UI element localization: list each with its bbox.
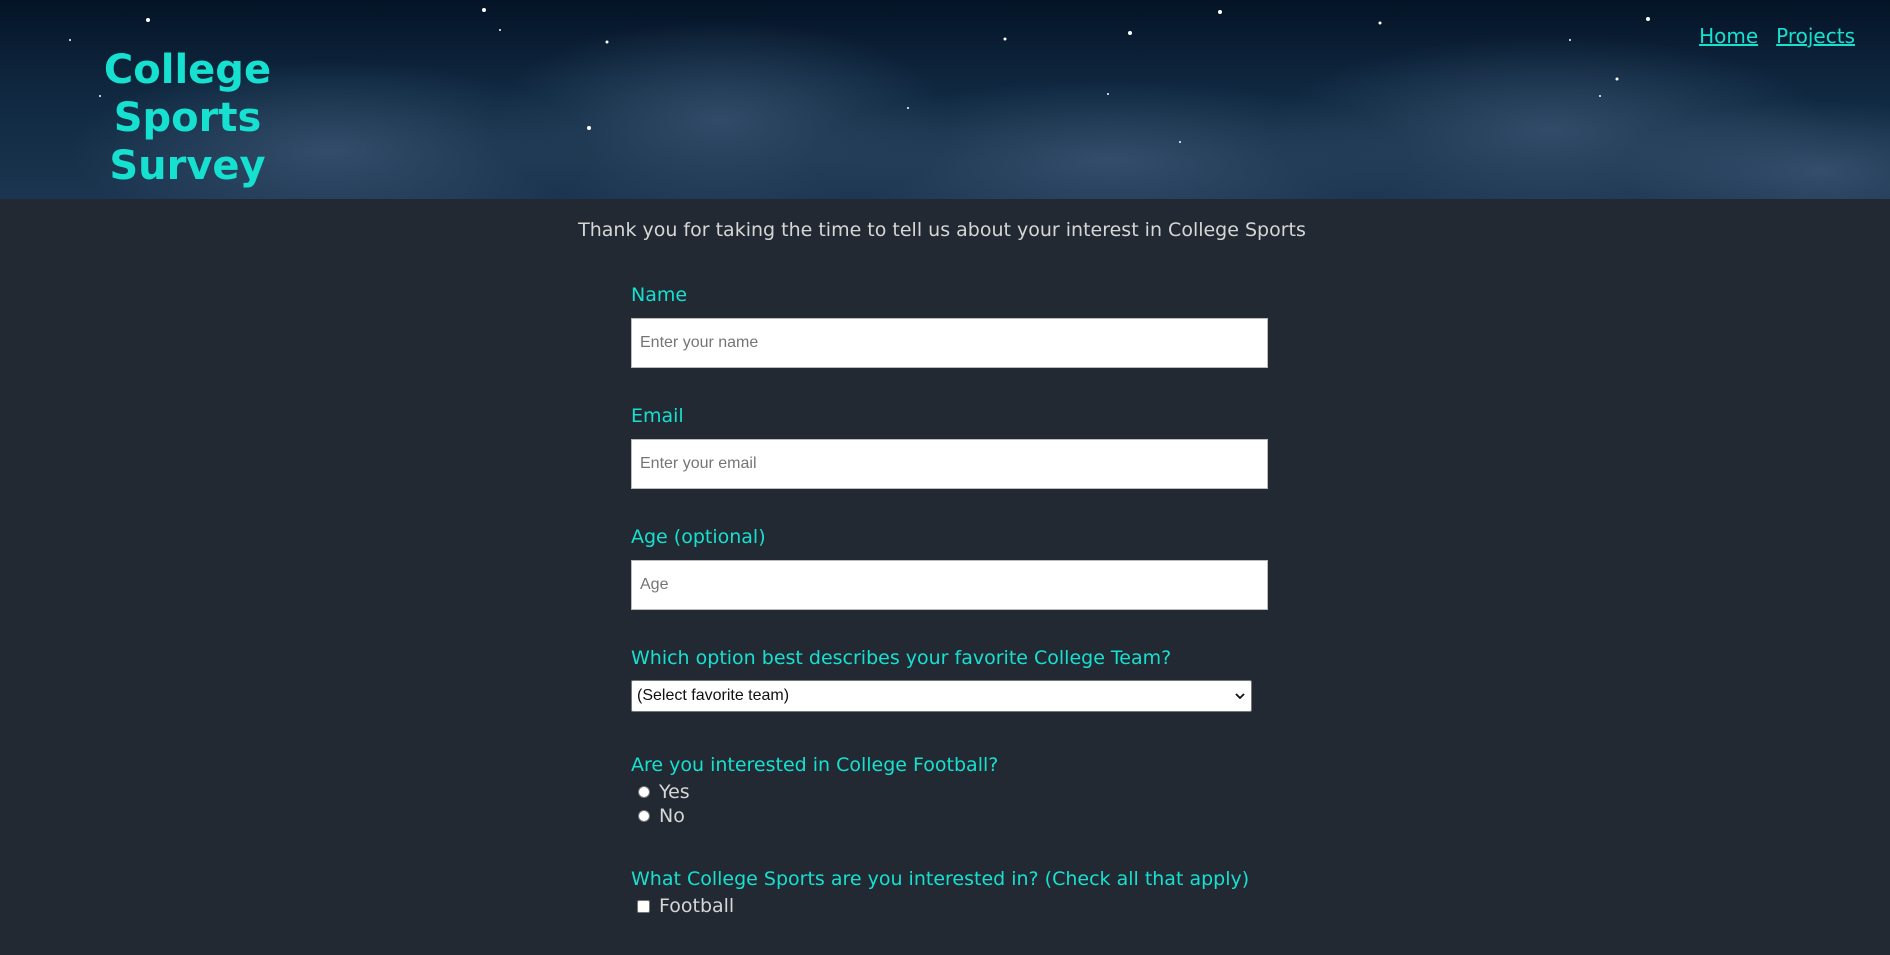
team-select[interactable]: (Select favorite team) <box>631 680 1252 712</box>
no-radio[interactable] <box>638 810 650 822</box>
football-question-label: Are you interested in College Football? <box>631 754 999 776</box>
age-input[interactable] <box>631 560 1268 610</box>
survey-form: Name Email Age (optional) Which option b… <box>631 284 1271 955</box>
intro-text: Thank you for taking the time to tell us… <box>578 219 1306 241</box>
email-input[interactable] <box>631 439 1268 489</box>
football-checkbox-label: Football <box>659 895 735 917</box>
name-field-group: Name <box>631 284 1271 368</box>
team-select-value[interactable]: (Select favorite team) <box>631 680 1252 712</box>
yes-radio[interactable] <box>638 786 650 798</box>
chevron-down-icon <box>1235 693 1245 700</box>
yes-label: Yes <box>659 781 690 803</box>
football-question-group: Are you interested in College Football? … <box>631 754 1271 828</box>
football-option-yes[interactable]: Yes <box>631 780 1271 804</box>
no-label: No <box>659 805 685 827</box>
age-label: Age (optional) <box>631 526 766 548</box>
email-label: Email <box>631 405 684 427</box>
sport-option-football[interactable]: Football <box>631 894 1271 918</box>
nav-home-link[interactable]: Home <box>1699 24 1758 48</box>
sports-question-label: What College Sports are you interested i… <box>631 868 1250 890</box>
name-input[interactable] <box>631 318 1268 368</box>
name-label: Name <box>631 284 688 306</box>
team-label: Which option best describes your favorit… <box>631 647 1172 669</box>
site-title: College Sports Survey <box>103 47 272 189</box>
team-field-group: Which option best describes your favorit… <box>631 647 1271 712</box>
sports-question-group: What College Sports are you interested i… <box>631 868 1271 918</box>
nav-projects-link[interactable]: Projects <box>1776 24 1855 48</box>
top-nav: Home Projects <box>1699 24 1855 48</box>
football-option-no[interactable]: No <box>631 804 1271 828</box>
age-field-group: Age (optional) <box>631 526 1271 610</box>
email-field-group: Email <box>631 405 1271 489</box>
football-checkbox[interactable] <box>637 899 650 913</box>
header-banner: College Sports Survey Home Projects <box>0 0 1890 199</box>
